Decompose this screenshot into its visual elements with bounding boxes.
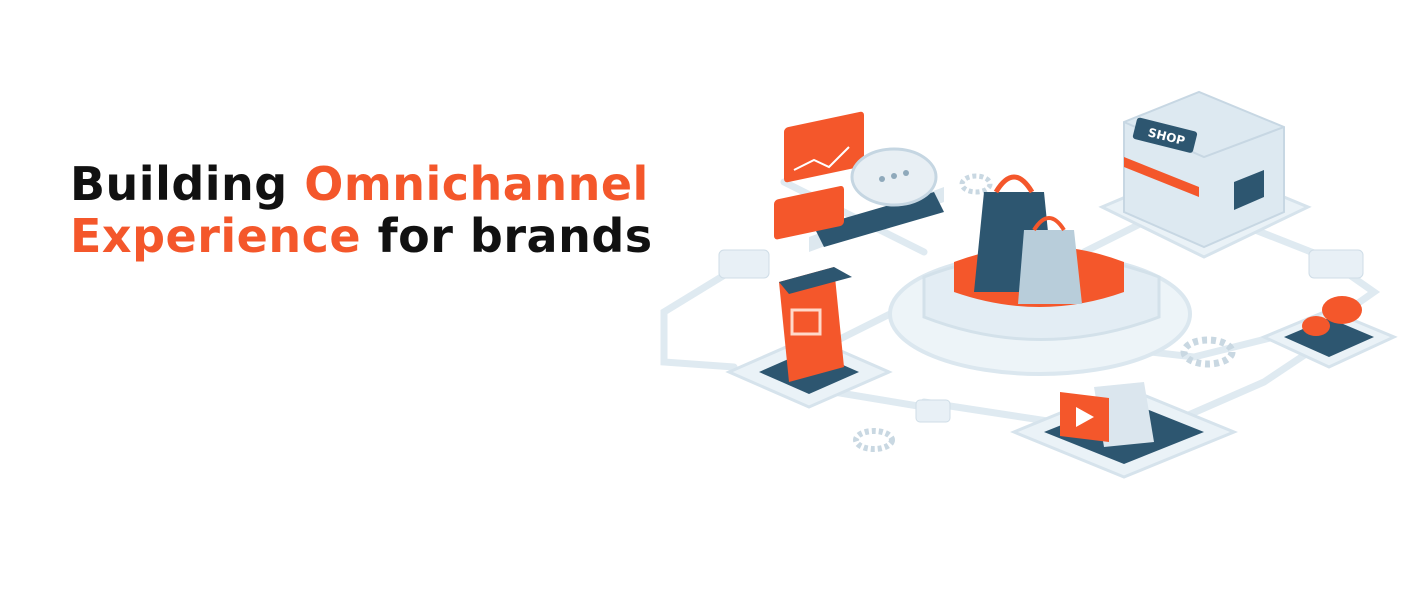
headline-for-brands: for brands <box>361 209 653 263</box>
storefront-icon: SHOP <box>1098 90 1312 259</box>
headline-experience: Experience <box>70 209 362 263</box>
mobile-shop-icon <box>725 267 893 409</box>
headline-line-1: Building Omnichannel <box>70 158 653 210</box>
headline-building: Building <box>70 157 305 211</box>
chat-bubble-icon <box>850 147 938 207</box>
headline-omnichannel: Omnichannel <box>304 157 649 211</box>
omnichannel-illustration: SHOP <box>660 90 1398 479</box>
shopping-bags-icon <box>974 174 1082 304</box>
headline-line-2: Experience for brands <box>70 210 653 262</box>
video-play-icon <box>1010 382 1238 479</box>
page-headline: Building Omnichannel Experience for bran… <box>70 158 653 262</box>
message-bubbles-icon <box>1260 296 1398 369</box>
